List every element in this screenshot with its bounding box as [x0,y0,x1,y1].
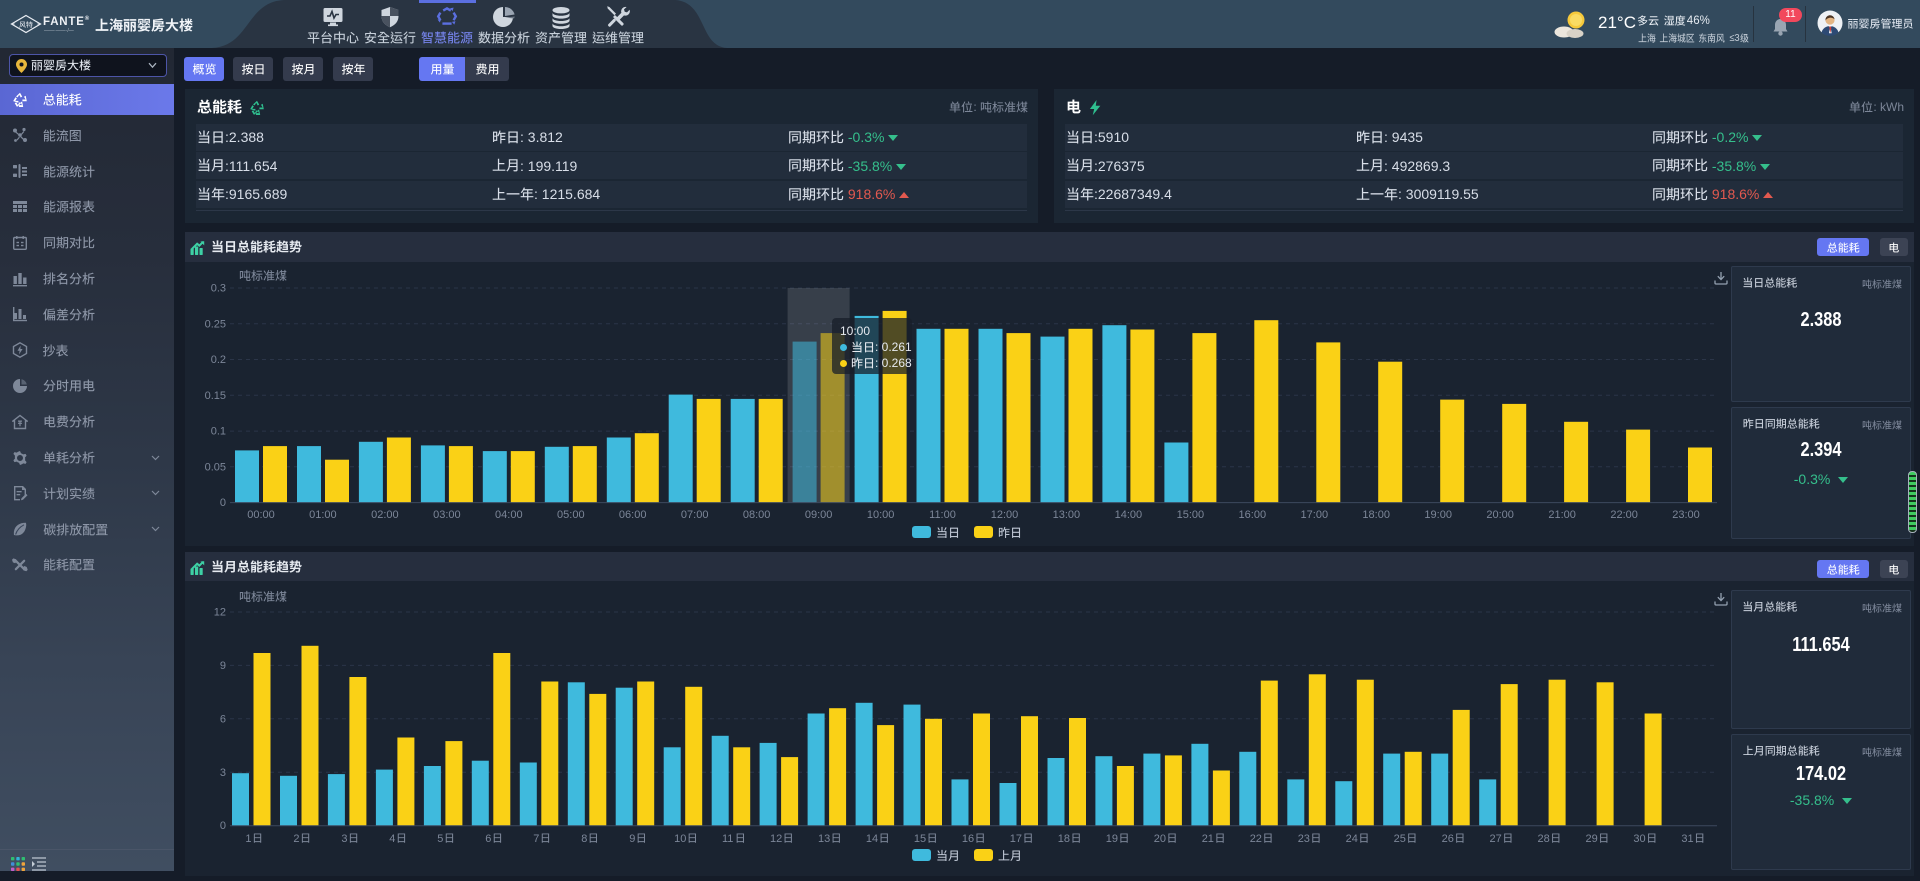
svg-text:0.15: 0.15 [205,390,226,402]
svg-text:13:00: 13:00 [1053,509,1081,521]
svg-text:19: 19 [1106,833,1118,845]
svg-text:28: 28 [1538,833,1550,845]
svg-text:07:00: 07:00 [681,509,709,521]
svg-text:10: 10 [674,833,686,845]
svg-text:9: 9 [220,660,226,672]
svg-text:05:00: 05:00 [557,509,585,521]
svg-text:26: 26 [1442,833,1454,845]
svg-text:12: 12 [770,833,782,845]
svg-text:11:00: 11:00 [929,509,956,521]
svg-text:5: 5 [437,833,443,845]
svg-text:04:00: 04:00 [495,509,523,521]
svg-text:3: 3 [220,767,226,779]
svg-text:0: 0 [220,497,226,509]
svg-text:25: 25 [1394,833,1406,845]
svg-text:0.05: 0.05 [205,461,226,473]
svg-text:16: 16 [962,833,974,845]
svg-text:11: 11 [722,833,733,845]
svg-text:13: 13 [818,833,830,845]
svg-text:0.2: 0.2 [211,354,226,366]
svg-text:23:00: 23:00 [1672,509,1700,521]
svg-text:10:00: 10:00 [867,509,895,521]
svg-text:2: 2 [293,833,299,845]
svg-text:18:00: 18:00 [1362,509,1390,521]
svg-text:08:00: 08:00 [743,509,771,521]
svg-text:12:00: 12:00 [991,509,1019,521]
svg-text:23: 23 [1298,833,1310,845]
svg-text:00:00: 00:00 [247,509,275,521]
svg-text:6: 6 [485,833,491,845]
svg-text:03:00: 03:00 [433,509,461,521]
svg-text:30: 30 [1633,833,1645,845]
svg-text:12: 12 [214,607,226,619]
svg-text:17:00: 17:00 [1301,509,1329,521]
svg-text:06:00: 06:00 [619,509,647,521]
svg-text:0.25: 0.25 [205,318,226,330]
svg-text:15:00: 15:00 [1177,509,1205,521]
svg-text:6: 6 [220,713,226,725]
svg-text:17: 17 [1010,833,1022,845]
svg-text:20:00: 20:00 [1486,509,1514,521]
svg-text:01:00: 01:00 [309,509,337,521]
svg-text:22:00: 22:00 [1610,509,1638,521]
svg-text:16:00: 16:00 [1239,509,1267,521]
svg-text:15: 15 [914,833,926,845]
svg-text:02:00: 02:00 [371,509,399,521]
svg-text:21:00: 21:00 [1548,509,1576,521]
svg-text:27: 27 [1490,833,1502,845]
svg-text:09:00: 09:00 [805,509,833,521]
svg-text:1: 1 [245,833,251,845]
svg-text:0.3: 0.3 [211,283,226,295]
svg-text:21: 21 [1202,833,1214,845]
svg-text:8: 8 [581,833,587,845]
svg-text:0.1: 0.1 [211,426,226,438]
svg-text:3: 3 [341,833,347,845]
svg-text:9: 9 [629,833,635,845]
svg-text:24: 24 [1346,833,1358,845]
svg-text:0: 0 [220,820,226,832]
svg-text:18: 18 [1058,833,1070,845]
svg-text:31: 31 [1681,833,1693,845]
svg-text:29: 29 [1586,833,1598,845]
svg-text:7: 7 [533,833,539,845]
svg-text:22: 22 [1250,833,1262,845]
svg-text:19:00: 19:00 [1424,509,1452,521]
svg-text:14: 14 [866,833,878,845]
svg-text:4: 4 [389,833,395,845]
svg-text:20: 20 [1154,833,1166,845]
svg-text:14:00: 14:00 [1115,509,1143,521]
